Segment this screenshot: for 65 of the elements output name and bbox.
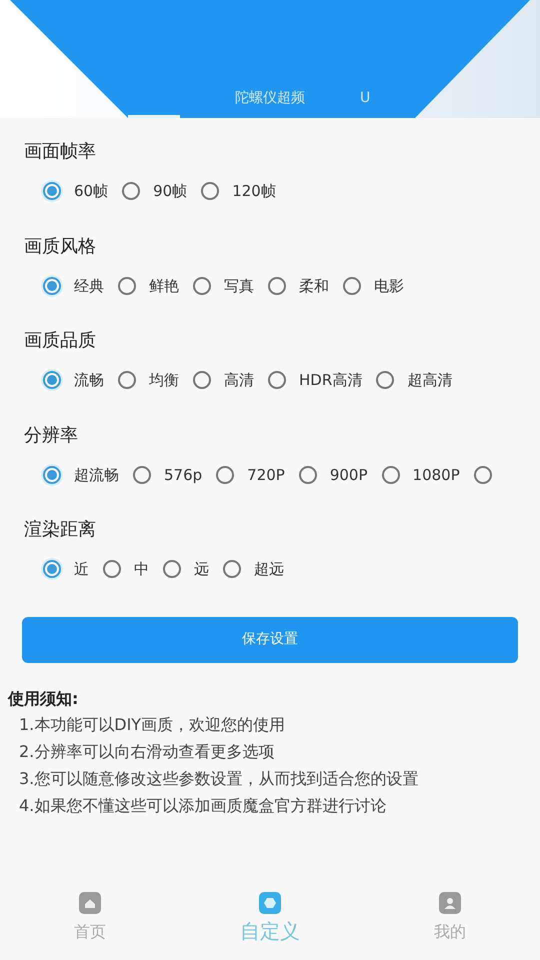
section-title: 画质品质 (24, 329, 97, 353)
radio-button[interactable] (298, 466, 317, 484)
radio-button[interactable] (376, 371, 394, 390)
radio-button[interactable] (223, 560, 241, 578)
radio-button[interactable] (133, 466, 151, 484)
section-title: 渲染距离 (24, 518, 97, 542)
notice-line: 2.分辨率可以向右滑动查看更多选项 (19, 740, 276, 762)
option-label: HDR高清 (299, 370, 362, 391)
option-label: 超流畅 (74, 464, 119, 486)
option-label: 高清 (224, 370, 254, 391)
profile-icon (439, 892, 461, 914)
nav-tab[interactable]: 自定义 (180, 892, 360, 946)
radio-button[interactable] (163, 560, 181, 578)
option-label: 60帧 (74, 181, 108, 202)
radio-button[interactable] (193, 371, 211, 390)
section-title: 画质风格 (24, 234, 97, 258)
radio-button[interactable] (43, 560, 61, 578)
notice-line: 4.如果您不懂这些可以添加画质魔盒官方群进行讨论 (19, 794, 388, 816)
radio-button[interactable] (474, 466, 492, 484)
option-label: 超高清 (407, 370, 452, 391)
radio-button[interactable] (103, 560, 121, 578)
radio-button[interactable] (343, 276, 361, 295)
option-label: 写真 (224, 276, 254, 296)
radio-button[interactable] (43, 466, 61, 484)
notice-title: 使用须知: (8, 688, 80, 710)
nav-tab[interactable]: 我的 (360, 892, 540, 946)
option-label: 720P (247, 464, 285, 486)
option-label: 流畅 (74, 370, 104, 391)
radio-button[interactable] (268, 276, 286, 295)
radio-button[interactable] (268, 371, 286, 390)
option-label: 远 (194, 559, 209, 580)
option-label: 经典 (74, 276, 104, 296)
save-button[interactable]: 保存设置 (22, 616, 518, 662)
notice-line: 1.本功能可以DIY画质，欢迎您的使用 (19, 714, 286, 736)
radio-button[interactable] (43, 276, 61, 295)
radio-button[interactable] (382, 466, 400, 484)
custom-icon (259, 892, 281, 914)
radio-button[interactable] (43, 182, 61, 200)
nav-tab[interactable]: 首页 (0, 892, 180, 946)
radio-button[interactable] (122, 182, 140, 200)
section-title: 分辨率 (24, 424, 79, 448)
option-label: 电影 (374, 276, 404, 296)
tab[interactable]: 陀螺仪超频 (180, 78, 360, 118)
notice-line: 3.您可以随意修改这些参数设置，从而找到适合您的设置 (19, 768, 420, 790)
option-label: 900P (330, 464, 368, 486)
radio-button[interactable] (201, 182, 220, 200)
radio-button[interactable] (118, 276, 136, 295)
option-label: 近 (74, 559, 89, 580)
section-title: 画面帧率 (24, 140, 97, 164)
option-label: 均衡 (149, 370, 179, 391)
option-label: 柔和 (299, 276, 329, 296)
option-label: 鲜艳 (149, 276, 179, 296)
option-label: 90帧 (153, 181, 188, 202)
option-label: 中 (134, 559, 149, 580)
radio-button[interactable] (118, 371, 136, 390)
radio-button[interactable] (216, 466, 234, 484)
tab[interactable]: U (360, 78, 400, 118)
radio-button[interactable] (193, 276, 211, 295)
option-label: 576p (164, 464, 202, 486)
tab-indicator (128, 115, 180, 118)
home-icon (79, 892, 101, 914)
option-label: 超远 (254, 559, 284, 580)
radio-button[interactable] (43, 371, 61, 390)
option-label: 120帧 (232, 181, 276, 202)
option-label: 1080P (412, 464, 460, 486)
